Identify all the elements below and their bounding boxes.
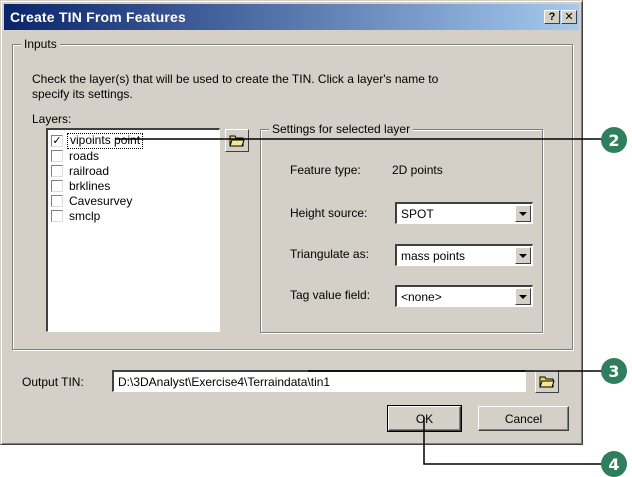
callout-2: 2 bbox=[601, 127, 627, 153]
callout-4: 4 bbox=[601, 451, 627, 477]
callout-line-4 bbox=[423, 417, 604, 465]
callout-3: 3 bbox=[601, 358, 627, 384]
callout-lines bbox=[116, 138, 604, 465]
